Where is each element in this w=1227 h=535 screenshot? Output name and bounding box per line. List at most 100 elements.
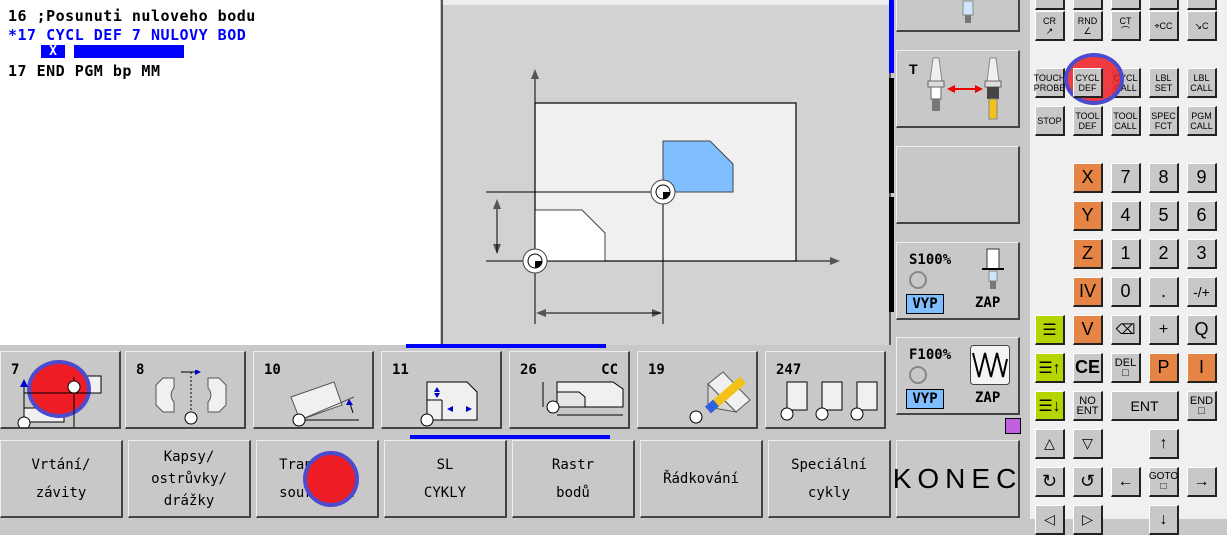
key-axis-x[interactable]: X xyxy=(1073,163,1103,193)
key-tool-call[interactable]: TOOL CALL xyxy=(1111,106,1141,136)
key-prev[interactable]: ◁ xyxy=(1035,505,1065,535)
program-line[interactable]: 16 ;Posunuti nuloveho bodu xyxy=(8,7,256,25)
key-arrow-down[interactable]: ↓ xyxy=(1149,505,1179,535)
key-ct[interactable]: CT ⌒ xyxy=(1111,11,1141,41)
key-axis-y[interactable]: Y xyxy=(1073,201,1103,231)
softkey-pockets[interactable]: Kapsy/ ostrůvky/ drážky xyxy=(128,440,251,518)
key-c[interactable]: ↘C xyxy=(1187,11,1217,41)
datum-setting-icon xyxy=(780,381,878,421)
key-rotate-cw[interactable]: ↻ xyxy=(1035,467,1065,497)
program-line[interactable]: 17 END PGM bp MM xyxy=(8,62,161,80)
key-lbl-call[interactable]: LBL CALL xyxy=(1187,68,1217,98)
key-cr[interactable]: CR ↗ xyxy=(1035,11,1065,41)
key-next[interactable]: ▷ xyxy=(1073,505,1103,535)
key-del[interactable]: DEL □ xyxy=(1111,353,1141,383)
key-7[interactable]: 7 xyxy=(1111,163,1141,193)
key-decimal[interactable]: . xyxy=(1149,277,1179,307)
key-block-down[interactable]: ☰↓ xyxy=(1035,391,1065,421)
key[interactable] xyxy=(1111,0,1141,10)
softkey-sl-cycles[interactable]: SL CYKLY xyxy=(384,440,507,518)
value-input[interactable] xyxy=(74,45,184,58)
cycle-softkey-19[interactable]: 19 xyxy=(637,351,758,429)
key-axis-v[interactable]: V xyxy=(1073,315,1103,345)
end-softkey[interactable]: KONEC xyxy=(893,440,1020,518)
key-5[interactable]: 5 xyxy=(1149,201,1179,231)
key-program-management[interactable]: ☰ xyxy=(1035,315,1065,345)
softkey-drilling[interactable]: Vrtání/ závity xyxy=(0,440,123,518)
cycle-softkey-10[interactable]: 10 xyxy=(253,351,374,429)
key-tool-def[interactable]: TOOL DEF xyxy=(1073,106,1103,136)
empty-softkey[interactable] xyxy=(896,146,1020,224)
softkey-special-cycles[interactable]: Speciální cykly xyxy=(768,440,891,518)
key-arrow-left[interactable]: ← xyxy=(1111,467,1141,497)
key-backspace[interactable]: ⌫ xyxy=(1111,315,1141,345)
scaling-icon xyxy=(420,381,478,427)
key-9[interactable]: 9 xyxy=(1187,163,1217,193)
key-2[interactable]: 2 xyxy=(1149,239,1179,269)
tool-softkey[interactable] xyxy=(896,0,1020,32)
key-cycl-def-highlighted[interactable]: CYCL DEF xyxy=(1073,68,1103,98)
key-spec-fct[interactable]: SPEC FCT xyxy=(1149,106,1179,136)
key-3[interactable]: 3 xyxy=(1187,239,1217,269)
help-book-icon[interactable] xyxy=(1005,418,1021,434)
key-goto[interactable]: GOTO □ xyxy=(1149,467,1179,497)
spindle-on-label[interactable]: ZAP xyxy=(975,295,1000,311)
key[interactable] xyxy=(1035,0,1065,10)
key-touch-probe[interactable]: TOUCH PROBE xyxy=(1034,68,1065,98)
key-1[interactable]: 1 xyxy=(1111,239,1141,269)
key-rnd[interactable]: RND ∠ xyxy=(1073,11,1103,41)
softkey-coord-transform[interactable]: Transfor. souřadnic xyxy=(256,440,379,518)
softkey-multipass[interactable]: Řádkování xyxy=(640,440,763,518)
feed-off-button[interactable]: VYP xyxy=(906,389,944,409)
key-axis-iv[interactable]: IV xyxy=(1073,277,1103,307)
vertical-scrollbar-track xyxy=(889,78,894,193)
key-4[interactable]: 4 xyxy=(1111,201,1141,231)
key-rotate-ccw[interactable]: ↺ xyxy=(1073,467,1103,497)
axis-scaling-icon xyxy=(542,381,624,416)
vertical-scrollbar-thumb[interactable] xyxy=(889,0,894,73)
key-stop[interactable]: STOP xyxy=(1035,106,1065,136)
key-arrow-up[interactable]: ↑ xyxy=(1149,429,1179,459)
feed-on-label[interactable]: ZAP xyxy=(975,390,1000,406)
key-8[interactable]: 8 xyxy=(1149,163,1179,193)
tool-change-softkey[interactable]: T xyxy=(896,50,1020,128)
key-end[interactable]: END □ xyxy=(1187,391,1217,421)
cycle-softkey-247[interactable]: 247 xyxy=(765,351,886,429)
spindle-off-button[interactable]: VYP xyxy=(906,294,944,314)
key-0[interactable]: 0 xyxy=(1111,277,1141,307)
key-i[interactable]: I xyxy=(1187,353,1217,383)
key-block-up[interactable]: ☰↑ xyxy=(1035,353,1065,383)
key-actual-position[interactable]: + xyxy=(1149,315,1179,345)
key-ent[interactable]: ENT xyxy=(1111,391,1179,421)
spindle-override-softkey[interactable]: S100% VYP ZAP xyxy=(896,242,1020,320)
program-editor[interactable]: 16 ;Posunuti nuloveho bodu *17 CYCL DEF … xyxy=(0,0,440,345)
scroll-indicator xyxy=(406,344,606,348)
key-sign[interactable]: -/+ xyxy=(1187,277,1217,307)
key-lbl-set[interactable]: LBL SET xyxy=(1149,68,1179,98)
key-page-up[interactable]: △ xyxy=(1035,429,1065,459)
spindle-icon xyxy=(982,248,1004,289)
cycle-softkey-7[interactable]: 7 xyxy=(0,351,121,429)
key-page-down[interactable]: ▽ xyxy=(1073,429,1103,459)
key-p[interactable]: P xyxy=(1149,353,1179,383)
feed-override-softkey[interactable]: F100% VYP ZAP xyxy=(896,337,1020,415)
cycle-softkey-26[interactable]: 26 CC xyxy=(509,351,630,429)
cycle-number: 8 xyxy=(136,362,145,378)
key[interactable] xyxy=(1073,0,1103,10)
key[interactable] xyxy=(1149,0,1179,10)
key-ce[interactable]: CE xyxy=(1073,353,1103,383)
key-6[interactable]: 6 xyxy=(1187,201,1217,231)
softkey-label: Vrtání/ xyxy=(31,456,91,473)
softkey-page-indicator xyxy=(410,435,610,439)
key-cc[interactable]: ⌖CC xyxy=(1149,11,1179,41)
key-q[interactable]: Q xyxy=(1187,315,1217,345)
key-no-ent[interactable]: NO ENT xyxy=(1073,391,1103,421)
key-axis-z[interactable]: Z xyxy=(1073,239,1103,269)
key-pgm-call[interactable]: PGM CALL xyxy=(1187,106,1217,136)
key-arrow-right[interactable]: → xyxy=(1187,467,1217,497)
cycle-softkey-8[interactable]: 8 xyxy=(125,351,246,429)
cycle-softkey-11[interactable]: 11 xyxy=(381,351,502,429)
key[interactable] xyxy=(1187,0,1217,10)
program-line-active[interactable]: *17 CYCL DEF 7 NULOVY BOD xyxy=(8,26,246,44)
softkey-point-patterns[interactable]: Rastr bodů xyxy=(512,440,635,518)
